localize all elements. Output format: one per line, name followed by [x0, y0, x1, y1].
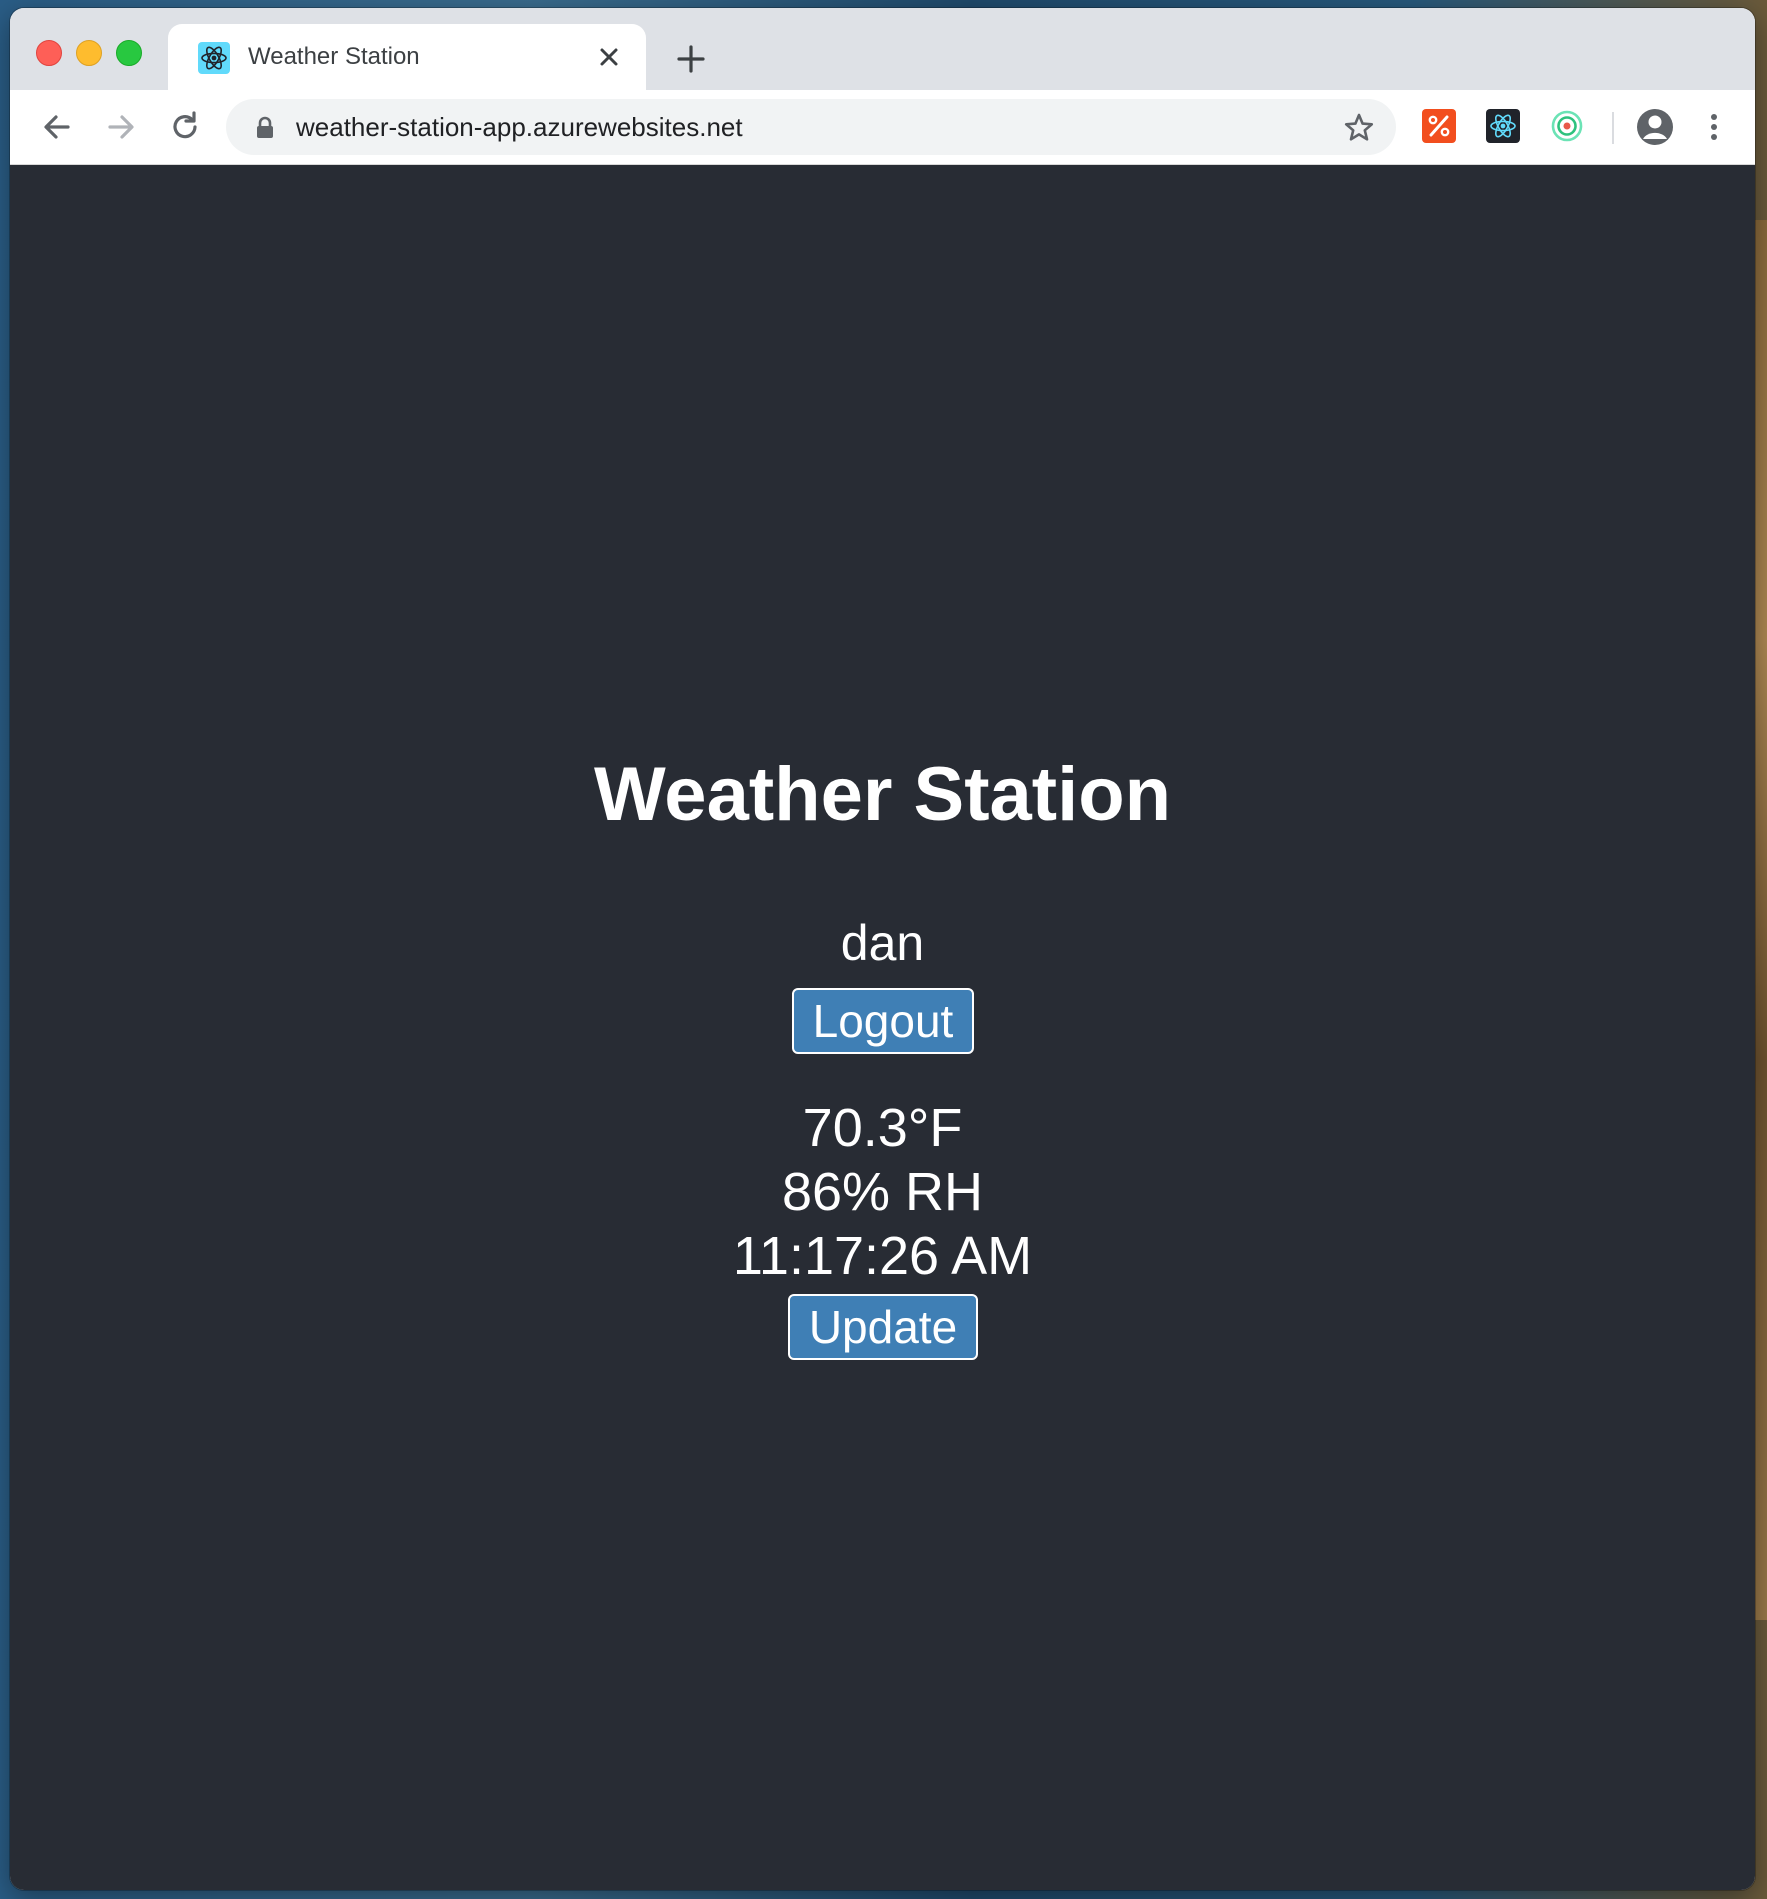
url-text: weather-station-app.azurewebsites.net — [296, 112, 743, 142]
time-reading: 11:17:26 AM — [732, 1226, 1033, 1286]
toolbar-divider — [1612, 112, 1614, 144]
extension-percent-icon[interactable] — [1422, 109, 1456, 143]
lock-icon[interactable] — [254, 116, 276, 140]
target-extension-icon[interactable] — [1550, 109, 1584, 143]
humidity-reading: 86% RH — [781, 1162, 984, 1222]
temperature-reading: 70.3°F — [802, 1098, 963, 1158]
fullscreen-window-button[interactable] — [116, 40, 142, 66]
reload-icon[interactable] — [166, 108, 204, 146]
logout-button[interactable]: Logout — [792, 988, 974, 1054]
page-content: Weather Station dan Logout 70.3°F 86% RH… — [10, 165, 1755, 1890]
arrow-left-icon[interactable] — [38, 108, 76, 146]
star-icon[interactable] — [1342, 111, 1376, 145]
update-button[interactable]: Update — [788, 1294, 978, 1360]
browser-window: Weather Station weather-station-app.azur… — [10, 8, 1755, 1890]
profile-icon[interactable] — [1636, 108, 1674, 146]
address-bar[interactable]: weather-station-app.azurewebsites.net — [226, 99, 1396, 155]
minimize-window-button[interactable] — [76, 40, 102, 66]
tab-title: Weather Station — [248, 43, 420, 70]
react-icon — [198, 42, 230, 74]
tab-strip: Weather Station — [10, 8, 1755, 90]
tab-weather-station[interactable]: Weather Station — [168, 24, 646, 90]
user-name: dan — [840, 915, 925, 971]
plus-icon[interactable] — [674, 42, 708, 76]
close-icon[interactable] — [594, 42, 624, 72]
page-title: Weather Station — [593, 752, 1172, 837]
react-devtools-icon[interactable] — [1486, 109, 1520, 143]
close-window-button[interactable] — [36, 40, 62, 66]
browser-toolbar: weather-station-app.azurewebsites.net — [10, 90, 1755, 165]
more-vertical-icon[interactable] — [1704, 108, 1724, 146]
arrow-right-icon[interactable] — [102, 108, 140, 146]
